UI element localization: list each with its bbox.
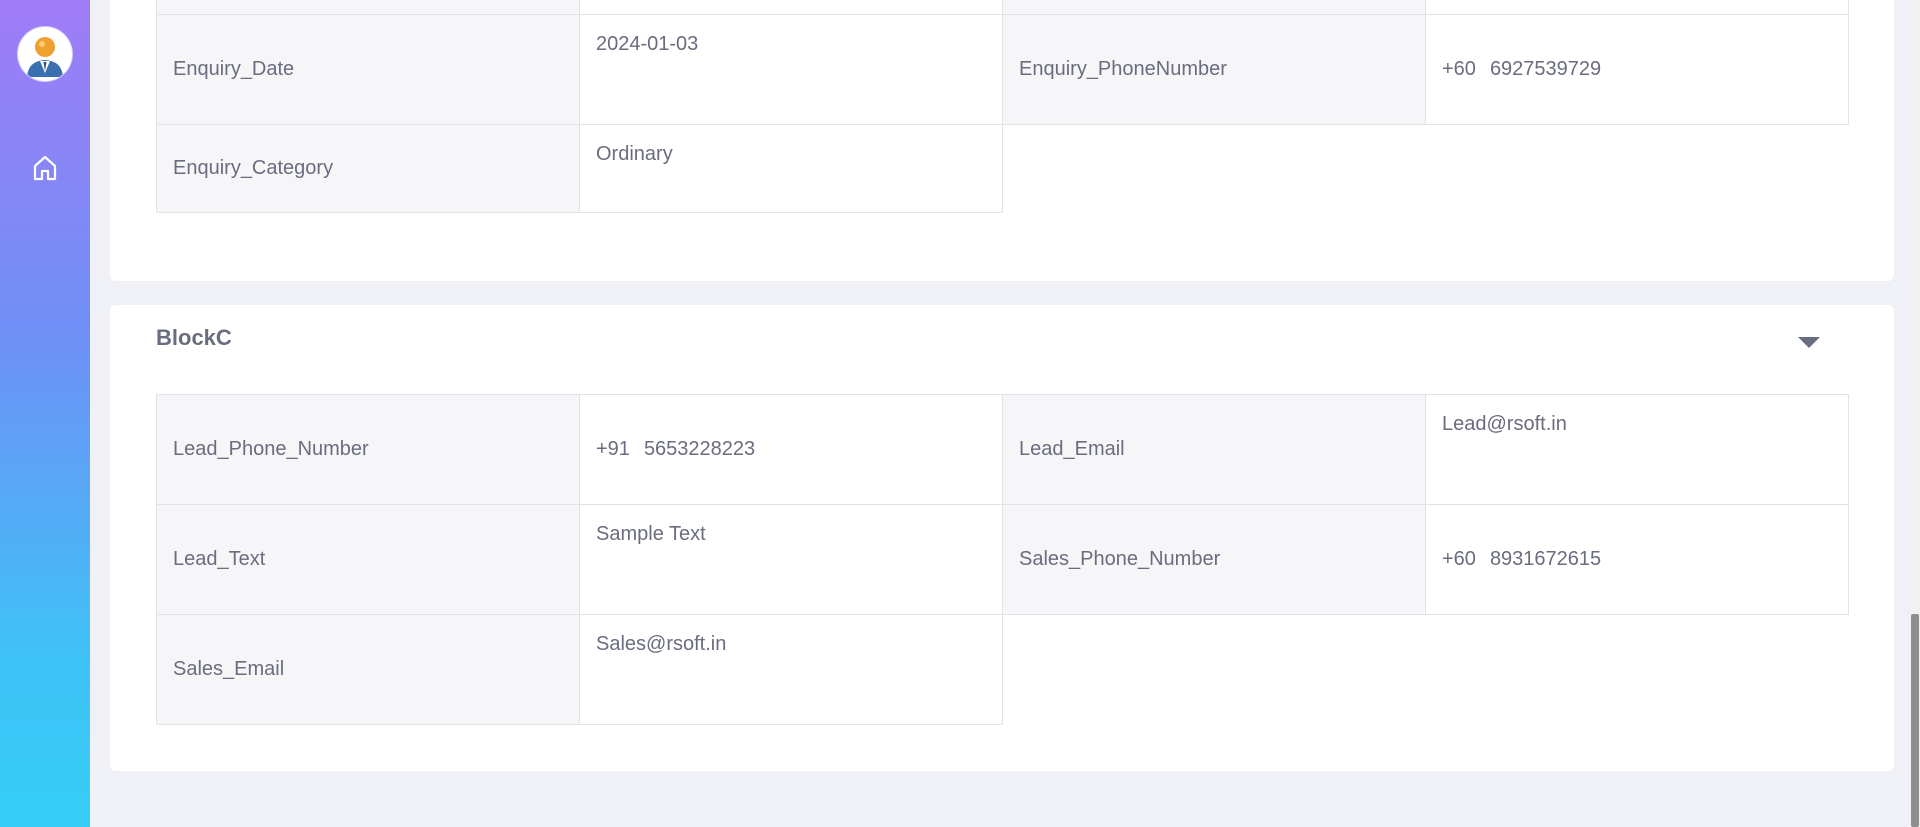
country-code: +91 [596,438,630,460]
block-title[interactable]: BlockC [156,325,232,351]
scrollbar-thumb[interactable] [1911,614,1919,827]
field-value-sales-phone[interactable]: +60 8931672615 [1425,504,1849,615]
table-cell [579,0,1003,15]
field-label-sales-email: Sales_Email [156,614,580,725]
table-cell [1425,0,1849,15]
field-label-enquiry-date: Enquiry_Date [156,14,580,125]
vertical-scrollbar[interactable] [1910,0,1920,827]
sidebar [0,0,90,827]
table-row: Enquiry_Date 2024-01-03 Enquiry_PhoneNum… [156,14,1849,125]
field-label-sales-phone: Sales_Phone_Number [1002,504,1426,615]
field-label-lead-email: Lead_Email [1002,394,1426,505]
user-avatar-icon [21,30,69,78]
country-code: +60 [1442,58,1476,80]
block-a-table: Enquiry_Date 2024-01-03 Enquiry_PhoneNum… [156,0,1849,213]
field-label-lead-phone: Lead_Phone_Number [156,394,580,505]
field-label-enquiry-category: Enquiry_Category [156,124,580,213]
field-value-enquiry-phone[interactable]: +60 6927539729 [1425,14,1849,125]
table-row: Enquiry_Category Ordinary [156,124,1849,213]
table-cell [1002,0,1426,15]
field-value-lead-text[interactable]: Sample Text [579,504,1003,615]
block-c-table: Lead_Phone_Number +91 5653228223 Lead_Ema… [156,394,1849,725]
field-value-lead-email[interactable]: Lead@rsoft.in [1425,394,1849,505]
field-value-lead-phone[interactable]: +91 5653228223 [579,394,1003,505]
caret-down-icon[interactable] [1798,337,1820,348]
field-label-enquiry-phone: Enquiry_PhoneNumber [1002,14,1426,125]
table-row [156,0,1849,15]
table-cell [156,0,580,15]
phone-number: 8931672615 [1489,548,1602,570]
field-label-lead-text: Lead_Text [156,504,580,615]
field-value-enquiry-date[interactable]: 2024-01-03 [579,14,1003,125]
country-code: +60 [1442,548,1476,570]
home-icon[interactable] [30,153,60,183]
field-value-sales-email[interactable]: Sales@rsoft.in [579,614,1003,725]
table-row: Sales_Email Sales@rsoft.in [156,614,1849,725]
table-row: Lead_Text Sample Text Sales_Phone_Number… [156,504,1849,615]
table-row: Lead_Phone_Number +91 5653228223 Lead_Ema… [156,394,1849,505]
phone-number: 6927539729 [1489,58,1602,80]
avatar[interactable] [18,27,72,81]
block-a-card: Enquiry_Date 2024-01-03 Enquiry_PhoneNum… [110,0,1894,281]
phone-number: 5653228223 [643,438,756,460]
block-c-card: BlockC Lead_Phone_Number +91 5653228223 L… [110,305,1894,771]
field-value-enquiry-category[interactable]: Ordinary [579,124,1003,213]
